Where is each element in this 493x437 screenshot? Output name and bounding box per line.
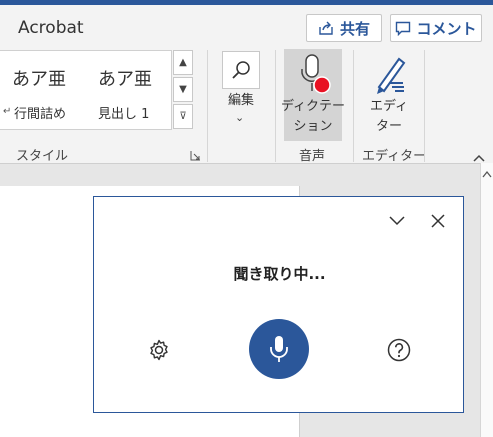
dialog-launcher-icon[interactable] [190,150,202,162]
editor-pen-icon [377,57,406,94]
settings-button[interactable] [146,337,172,363]
help-button[interactable] [386,337,412,363]
comment-icon [396,21,411,36]
group-label-voice: 音声 [299,149,326,164]
ribbon: Acrobat 共有 コメント あア亜 ↵ 行間詰め あア亜 見出し 1 ▲ ▼… [0,5,493,164]
gallery-scroll: ▲ ▼ ⊽ [173,50,193,130]
gallery-down-button[interactable]: ▼ [173,77,193,102]
microphone-record-icon [301,54,331,94]
style-label: 見出し 1 [98,107,150,122]
group-divider [275,50,276,162]
chevron-down-icon: ▼ [179,84,187,95]
chevron-down-icon [389,216,405,226]
close-icon [431,214,445,228]
gallery-more-button[interactable]: ⊽ [173,104,193,129]
share-icon [319,21,333,35]
style-label: 行間詰め [14,107,67,122]
edit-search-button[interactable] [222,51,260,89]
share-button[interactable]: 共有 [306,14,382,42]
paragraph-mark-icon: ↵ [3,106,12,117]
dictate-button[interactable]: ディクテー ション [281,49,345,141]
microphone-toggle-button[interactable] [249,319,309,379]
styles-gallery: あア亜 ↵ 行間詰め あア亜 見出し 1 [0,50,172,130]
gallery-up-button[interactable]: ▲ [173,50,193,75]
editor-label-line1: エディ [369,99,409,114]
editor-label-line2: ター [375,119,402,134]
group-divider [424,50,425,162]
scroll-up-icon[interactable] [481,169,493,179]
comment-label: コメント [416,19,477,38]
group-divider [207,50,208,162]
search-icon [232,61,250,79]
dictation-panel: 聞き取り中... [93,196,464,413]
comment-button[interactable]: コメント [390,14,482,42]
dictate-label-line2: ション [293,119,333,134]
editor-button[interactable]: エディ ター [361,49,417,141]
group-label-styles: スタイル [16,149,69,164]
share-label: 共有 [339,19,370,38]
edit-label[interactable]: 編集 [220,91,262,111]
style-sample: あア亜 [98,69,152,90]
tab-acrobat[interactable]: Acrobat [18,18,84,38]
help-icon [387,338,411,362]
vertical-scrollbar[interactable] [480,163,493,437]
style-sample: あア亜 [12,69,66,90]
minimize-panel-button[interactable] [387,211,407,231]
more-styles-icon: ⊽ [179,111,187,122]
chevron-down-icon[interactable]: ⌄ [235,111,244,124]
style-item-compact[interactable]: あア亜 ↵ 行間詰め [0,51,86,131]
microphone-icon [270,336,288,362]
group-label-editor: エディター [362,149,427,164]
dictation-status: 聞き取り中... [233,265,326,283]
chevron-up-icon: ▲ [179,57,187,68]
gear-icon [150,339,168,361]
close-panel-button[interactable] [428,211,448,231]
dictate-label-line1: ディクテー [280,99,346,114]
group-divider [353,50,354,162]
style-item-heading-1[interactable]: あア亜 見出し 1 [86,51,172,131]
